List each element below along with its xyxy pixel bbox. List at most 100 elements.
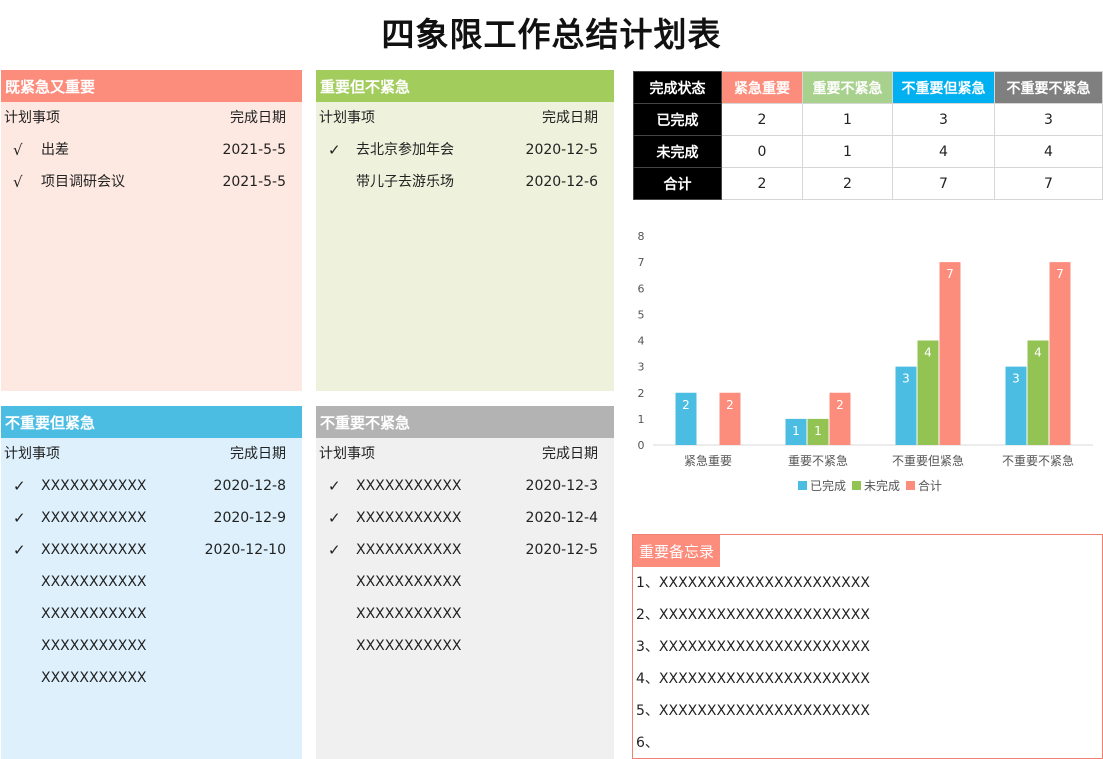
status-header-row: 完成状态 紧急重要 重要不紧急 不重要但紧急 不重要不紧急 xyxy=(633,71,1103,104)
task-row[interactable]: ✓ XXXXXXXXXXX 2020-12-10 xyxy=(1,534,302,566)
quadrant-title: 不重要不紧急 xyxy=(316,406,614,438)
column-header-date: 完成日期 xyxy=(230,110,286,126)
task-name: XXXXXXXXXXX xyxy=(41,542,147,558)
table-cell[interactable]: 1 xyxy=(802,135,893,168)
task-name: XXXXXXXXXXX xyxy=(356,510,462,526)
table-cell[interactable]: 4 xyxy=(994,135,1103,168)
task-row[interactable]: ✓ XXXXXXXXXXX 2020-12-3 xyxy=(316,470,614,502)
task-date: 2020-12-10 xyxy=(204,542,286,558)
y-tick-label: 0 xyxy=(638,439,645,452)
table-cell[interactable]: 7 xyxy=(994,167,1103,200)
task-name: 出差 xyxy=(41,142,69,158)
task-name: XXXXXXXXXXX xyxy=(356,478,462,494)
column-header-urgent-important: 紧急重要 xyxy=(721,71,803,104)
y-tick-label: 7 xyxy=(638,256,645,269)
data-label: 1 xyxy=(814,424,822,438)
task-name: XXXXXXXXXXX xyxy=(41,638,147,654)
task-row[interactable]: XXXXXXXXXXX xyxy=(1,598,302,630)
quadrant-title: 既紧急又重要 xyxy=(1,70,302,102)
status-summary-table: 完成状态 紧急重要 重要不紧急 不重要但紧急 不重要不紧急 已完成 2 1 3 … xyxy=(633,71,1103,200)
table-cell[interactable]: 2 xyxy=(721,103,803,136)
page-title: 四象限工作总结计划表 xyxy=(381,15,722,54)
row-label: 合计 xyxy=(633,167,722,200)
memo-line[interactable]: 4、XXXXXXXXXXXXXXXXXXXXXX xyxy=(636,663,1102,695)
quadrant-title: 不重要但紧急 xyxy=(1,406,302,438)
status-row-total: 合计 2 2 7 7 xyxy=(633,167,1103,200)
memo-line[interactable]: 5、XXXXXXXXXXXXXXXXXXXXXX xyxy=(636,695,1102,727)
task-name: XXXXXXXXXXX xyxy=(356,606,462,622)
data-label: 2 xyxy=(682,398,690,412)
task-row[interactable]: XXXXXXXXXXX xyxy=(1,662,302,694)
task-row[interactable]: ✓ XXXXXXXXXXX 2020-12-8 xyxy=(1,470,302,502)
data-label: 7 xyxy=(946,267,954,281)
memo-line[interactable]: 6、 xyxy=(636,727,1102,759)
task-name: XXXXXXXXXXX xyxy=(41,606,147,622)
table-cell[interactable]: 2 xyxy=(721,167,803,200)
data-label: 7 xyxy=(1056,267,1064,281)
checkmark-icon: √ xyxy=(13,141,23,159)
data-label: 4 xyxy=(924,346,932,360)
task-date: 2020-12-3 xyxy=(525,478,598,494)
column-header-important-not-urgent: 重要不紧急 xyxy=(802,71,893,104)
table-cell[interactable]: 2 xyxy=(802,167,893,200)
data-label: 2 xyxy=(726,398,734,412)
task-row[interactable]: ✓ XXXXXXXXXXX 2020-12-5 xyxy=(316,534,614,566)
data-label: 2 xyxy=(836,398,844,412)
x-tick-label: 重要不紧急 xyxy=(788,453,848,468)
memo-panel: 重要备忘录 1、XXXXXXXXXXXXXXXXXXXXXX 2、XXXXXXX… xyxy=(632,534,1103,759)
quadrant-important-not-urgent: 重要但不紧急 计划事项 完成日期 ✓ 去北京参加年会 2020-12-5 带儿子… xyxy=(316,70,614,391)
column-header-item: 计划事项 xyxy=(319,446,375,462)
task-name: XXXXXXXXXXX xyxy=(41,670,147,686)
column-header-row: 计划事项 完成日期 xyxy=(316,102,614,134)
task-name: 带儿子去游乐场 xyxy=(356,174,454,190)
status-bar-chart: 0123456782 2紧急重要1 12重要不紧急347不重要但紧急347不重要不紧… xyxy=(638,230,1093,493)
task-row[interactable]: XXXXXXXXXXX xyxy=(316,630,614,662)
y-tick-label: 5 xyxy=(638,308,645,321)
task-row[interactable]: XXXXXXXXXXX xyxy=(1,630,302,662)
column-header-row: 计划事项 完成日期 xyxy=(1,102,302,134)
task-date: 2020-12-4 xyxy=(525,510,598,526)
quadrant-urgent-important: 既紧急又重要 计划事项 完成日期 √ 出差 2021-5-5 √ 项目调研会议 … xyxy=(1,70,302,391)
column-header-urgent-not-important: 不重要但紧急 xyxy=(892,71,995,104)
bar-合计 xyxy=(939,262,961,445)
memo-line[interactable]: 1、XXXXXXXXXXXXXXXXXXXXXX xyxy=(636,567,1102,599)
quadrant-urgent-not-important: 不重要但紧急 计划事项 完成日期 ✓ XXXXXXXXXXX 2020-12-8… xyxy=(1,406,302,759)
column-header-date: 完成日期 xyxy=(542,446,598,462)
task-name: XXXXXXXXXXX xyxy=(356,638,462,654)
legend-swatch xyxy=(852,481,861,490)
y-tick-label: 6 xyxy=(638,282,645,295)
memo-line[interactable]: 2、XXXXXXXXXXXXXXXXXXXXXX xyxy=(636,599,1102,631)
task-row[interactable]: √ 项目调研会议 2021-5-5 xyxy=(1,166,302,198)
memo-line[interactable]: 3、XXXXXXXXXXXXXXXXXXXXXX xyxy=(636,631,1102,663)
task-name: 去北京参加年会 xyxy=(356,142,454,158)
quadrant-body: 计划事项 完成日期 ✓ XXXXXXXXXXX 2020-12-8 ✓ XXXX… xyxy=(1,438,302,759)
table-cell[interactable]: 3 xyxy=(892,103,995,136)
column-header-item: 计划事项 xyxy=(4,110,60,126)
row-label: 未完成 xyxy=(633,135,722,168)
table-cell[interactable]: 3 xyxy=(994,103,1103,136)
legend-label: 合计 xyxy=(918,478,942,493)
task-name: 项目调研会议 xyxy=(41,174,125,190)
task-date: 2020-12-5 xyxy=(525,142,598,158)
column-header-row: 计划事项 完成日期 xyxy=(1,438,302,470)
task-row[interactable]: XXXXXXXXXXX xyxy=(316,598,614,630)
table-cell[interactable]: 4 xyxy=(892,135,995,168)
memo-list: 1、XXXXXXXXXXXXXXXXXXXXXX 2、XXXXXXXXXXXXX… xyxy=(636,567,1102,759)
status-row-completed: 已完成 2 1 3 3 xyxy=(633,103,1103,136)
task-row[interactable]: 带儿子去游乐场 2020-12-6 xyxy=(316,166,614,198)
table-cell[interactable]: 1 xyxy=(802,103,893,136)
task-row[interactable]: ✓ XXXXXXXXXXX 2020-12-4 xyxy=(316,502,614,534)
table-cell[interactable]: 0 xyxy=(721,135,803,168)
table-cell[interactable]: 7 xyxy=(892,167,995,200)
task-name: XXXXXXXXXXX xyxy=(356,542,462,558)
task-name: XXXXXXXXXXX xyxy=(41,510,147,526)
column-header-not-important-not-urgent: 不重要不紧急 xyxy=(994,71,1103,104)
task-row[interactable]: XXXXXXXXXXX xyxy=(1,566,302,598)
data-label: 3 xyxy=(1012,372,1020,386)
task-date: 2021-5-5 xyxy=(222,142,286,158)
task-row[interactable]: ✓ 去北京参加年会 2020-12-5 xyxy=(316,134,614,166)
task-row[interactable]: √ 出差 2021-5-5 xyxy=(1,134,302,166)
task-row[interactable]: ✓ XXXXXXXXXXX 2020-12-9 xyxy=(1,502,302,534)
task-row[interactable]: XXXXXXXXXXX xyxy=(316,566,614,598)
task-date: 2020-12-8 xyxy=(213,478,286,494)
